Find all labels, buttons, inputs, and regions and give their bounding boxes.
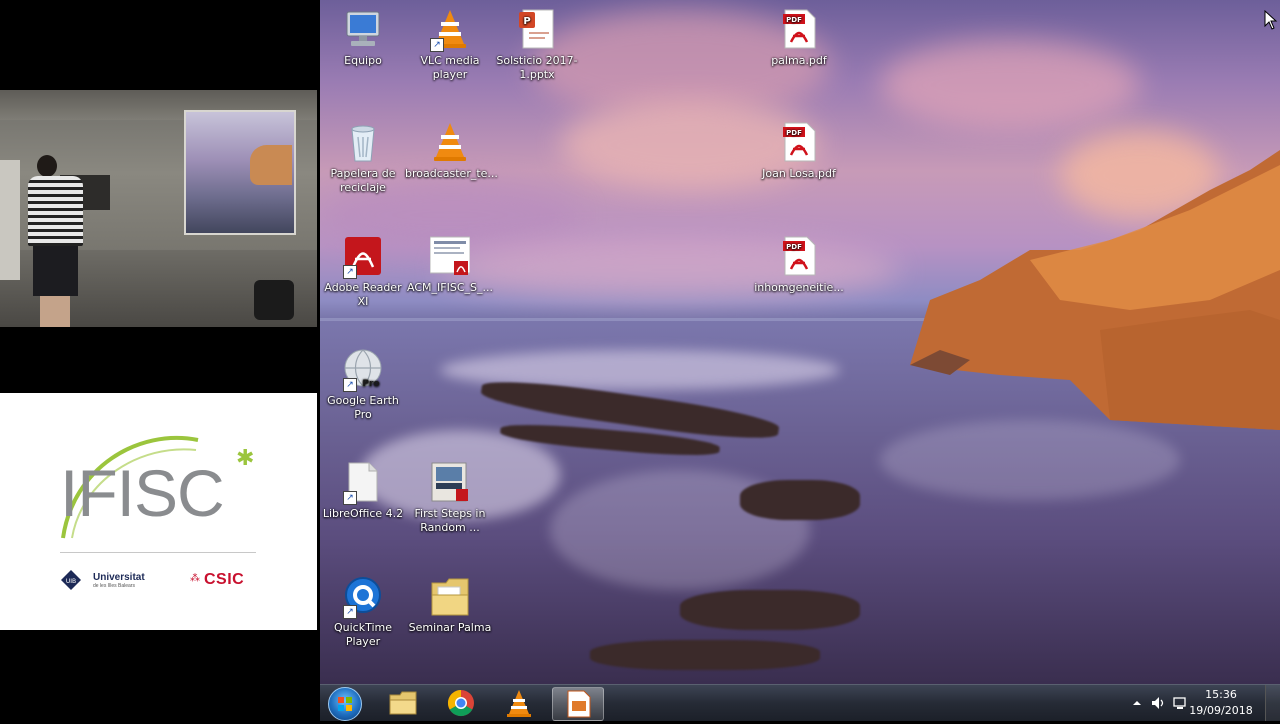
taskbar-impress[interactable] xyxy=(552,687,604,721)
pro-badge: Pro xyxy=(362,379,379,389)
chair xyxy=(254,280,294,320)
svg-text:P: P xyxy=(523,16,530,27)
shortcut-arrow-icon: ↗ xyxy=(343,265,357,279)
csic-logo-text: CSIC xyxy=(204,571,245,588)
computer-icon xyxy=(343,8,383,50)
desktop-icon-label: Papelera de reciclaje xyxy=(330,167,396,194)
desktop-icon-joan-losa-pdf[interactable]: PDF Joan Losa.pdf xyxy=(754,121,844,181)
desktop-icon-label: inhomgeneitie... xyxy=(754,281,844,294)
shortcut-arrow-icon: ↗ xyxy=(343,491,357,505)
adobe-reader-icon: ↗ xyxy=(343,235,383,279)
impress-icon xyxy=(567,690,591,718)
desktop-icon-label: broadcaster_te... xyxy=(405,167,498,180)
projected-cliff xyxy=(250,145,292,185)
desktop-icon-adobe-reader[interactable]: ↗ Adobe Reader XI xyxy=(320,235,408,309)
wallpaper-rocks xyxy=(740,480,860,520)
desktop-icon-quicktime[interactable]: ↗ QuickTime Player xyxy=(320,575,408,649)
start-button[interactable] xyxy=(328,687,362,721)
desktop-icon-broadcaster[interactable]: broadcaster_te... xyxy=(405,121,498,181)
desktop-icon-equipo[interactable]: Equipo xyxy=(320,8,408,68)
clock-time[interactable]: 15:36 xyxy=(1186,688,1256,701)
pdf-document-icon xyxy=(429,235,471,277)
desktop-icon-label: Solsticio 2017-1.pptx xyxy=(496,54,578,81)
pdf-badge: PDF xyxy=(786,129,802,137)
desktop-icon-seminar-palma[interactable]: Seminar Palma xyxy=(405,575,495,635)
presenter-head xyxy=(37,155,57,177)
room-door xyxy=(0,160,20,280)
logo-divider xyxy=(60,552,256,553)
desktop-icon-first-steps[interactable]: First Steps in Random ... xyxy=(405,461,495,535)
folder-icon xyxy=(389,691,417,715)
university-name: Universitat xyxy=(93,572,145,583)
desktop-icon-label: Google Earth Pro xyxy=(327,394,399,421)
desktop-icon-libreoffice[interactable]: ↗ LibreOffice 4.2 xyxy=(320,461,408,521)
pdf-book-icon xyxy=(430,461,470,503)
chrome-icon xyxy=(447,689,474,717)
taskbar-chrome[interactable] xyxy=(436,687,486,719)
desktop-icon-label: QuickTime Player xyxy=(333,621,393,648)
pdf-file-icon: PDF xyxy=(779,235,819,277)
desktop-icon-vlc[interactable]: ↗ VLC media player xyxy=(405,8,495,82)
powerpoint-file-icon: P xyxy=(517,8,557,50)
vlc-icon xyxy=(430,121,470,163)
pdf-badge: PDF xyxy=(786,16,802,24)
wallpaper-rocks xyxy=(680,590,860,630)
desktop-icon-solsticio[interactable]: P Solsticio 2017-1.pptx xyxy=(492,8,582,82)
desktop-icon-recycle-bin[interactable]: Papelera de reciclaje xyxy=(320,121,408,195)
camera-feed xyxy=(0,90,317,327)
desktop-icon-google-earth-pro[interactable]: Pro ↗ Google Earth Pro xyxy=(320,348,408,422)
desktop-icon-label: ACM_IFISC_S_... xyxy=(407,281,493,294)
desktop-icon-label: First Steps in Random ... xyxy=(414,507,486,534)
desktop-icon-label: LibreOffice 4.2 xyxy=(322,507,404,520)
uib-emblem-icon: UIB xyxy=(61,570,81,590)
wallpaper-rocks xyxy=(590,640,820,670)
desktop-icon-label: palma.pdf xyxy=(771,54,827,67)
pdf-file-icon: PDF xyxy=(779,121,819,163)
desktop-icon-label: Joan Losa.pdf xyxy=(762,167,836,180)
folder-icon xyxy=(430,575,470,617)
libreoffice-icon: ↗ xyxy=(343,461,383,505)
pdf-file-icon: PDF xyxy=(779,8,819,50)
shortcut-arrow-icon: ↗ xyxy=(343,605,357,619)
tray-overflow-icon[interactable] xyxy=(1130,696,1144,710)
desktop-icon-inhomogeneities-pdf[interactable]: PDF inhomgeneitie... xyxy=(754,235,844,295)
clock-date[interactable]: 19/09/2018 xyxy=(1186,704,1256,717)
mouse-cursor-icon xyxy=(1264,10,1278,30)
desktop-icon-acm-ifisc[interactable]: ACM_IFISC_S_... xyxy=(405,235,495,295)
desktop-icon-palma-pdf[interactable]: PDF palma.pdf xyxy=(754,8,844,68)
taskbar-vlc[interactable] xyxy=(494,687,544,719)
quicktime-icon: ↗ xyxy=(343,575,383,619)
pdf-badge: PDF xyxy=(786,243,802,251)
show-desktop-button[interactable] xyxy=(1265,685,1280,721)
vlc-icon xyxy=(507,690,531,717)
presenter-legs xyxy=(33,246,78,296)
wallpaper-cliff xyxy=(910,150,1280,430)
svg-text:UIB: UIB xyxy=(66,578,76,585)
desktop-icon-label: Equipo xyxy=(344,54,382,67)
wallpaper-foam xyxy=(880,420,1180,500)
ifisc-star-icon: ✱ xyxy=(236,446,255,471)
desktop[interactable]: Equipo ↗ VLC media player P Solsticio 20… xyxy=(320,0,1280,684)
desktop-icon-label: Adobe Reader XI xyxy=(324,281,402,308)
google-earth-icon: Pro ↗ xyxy=(343,348,383,392)
volume-icon[interactable] xyxy=(1150,695,1166,711)
desktop-icon-label: VLC media player xyxy=(420,54,480,81)
csic-mark-icon: ⁂ xyxy=(190,573,200,584)
windows-orb-icon xyxy=(338,697,352,711)
taskbar: 15:36 19/09/2018 xyxy=(320,684,1280,721)
taskbar-explorer[interactable] xyxy=(378,687,428,719)
vlc-icon: ↗ xyxy=(430,8,470,52)
left-panel: IFISC ✱ UIB Universitat de les Illes Bal… xyxy=(0,0,320,720)
shortcut-arrow-icon: ↗ xyxy=(343,378,357,392)
presenter-calves xyxy=(40,296,70,327)
wallpaper-cloud xyxy=(880,40,1140,130)
system-tray: 15:36 19/09/2018 xyxy=(1120,685,1280,721)
shortcut-arrow-icon: ↗ xyxy=(430,38,444,52)
recycle-bin-icon xyxy=(343,121,383,163)
desktop-icon-label: Seminar Palma xyxy=(408,621,492,634)
presenter-body xyxy=(28,176,83,246)
university-subtitle: de les Illes Balears xyxy=(93,583,135,589)
ifisc-logo-text: IFISC xyxy=(60,456,225,530)
